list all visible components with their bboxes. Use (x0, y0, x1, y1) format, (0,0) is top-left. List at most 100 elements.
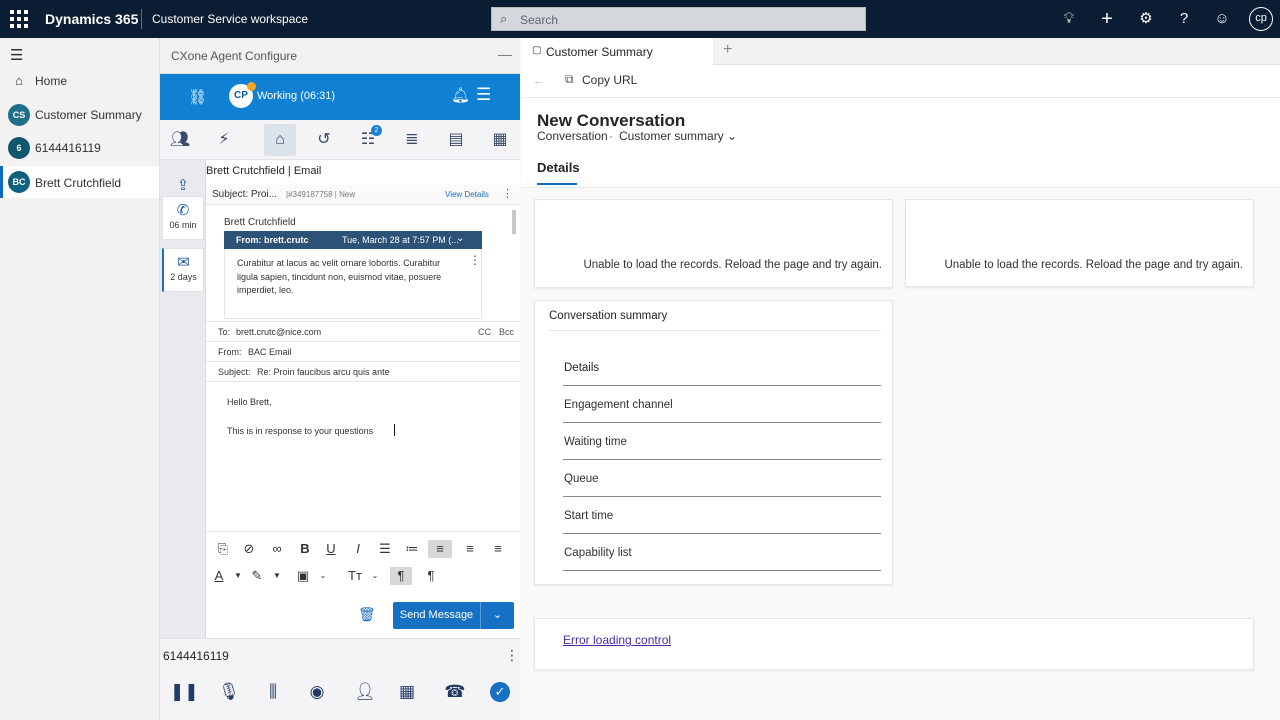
smiley-icon[interactable]: ☺ (1212, 9, 1232, 29)
directory-icon[interactable]: ▤ (440, 124, 472, 156)
thread-scrollbar[interactable] (512, 210, 516, 234)
status-dot (247, 82, 256, 91)
align-right-icon[interactable]: ≡ (487, 540, 509, 558)
mute-icon[interactable]: 🎙︎ (216, 679, 242, 705)
from-field[interactable]: From: BAC Email (206, 342, 520, 362)
reply-subject-field[interactable]: Subject: Re: Proin faucibus arcu quis an… (206, 362, 520, 382)
layers-icon[interactable]: ≣ (396, 124, 428, 156)
sitemap-item-brett-crutchfield[interactable]: BC Brett Crutchfield (0, 166, 159, 198)
form-header: New Conversation Conversation · Customer… (521, 98, 1280, 188)
back-arrow-icon[interactable]: ← (532, 72, 546, 88)
rtl-icon[interactable]: ¶ (420, 567, 442, 585)
email-subject-bar: Subject: Proi... |#349187758 | New View … (206, 185, 520, 205)
link-icon[interactable]: ∞ (266, 540, 288, 558)
to-value[interactable]: brett.crutc@nice.com (236, 327, 321, 337)
italic-icon[interactable]: I (347, 540, 369, 558)
add-tab-icon[interactable]: + (723, 41, 732, 59)
error-message: Unable to load the records. Reload the p… (944, 259, 1243, 271)
rail-item-call[interactable]: ✆ 06 min (162, 196, 204, 240)
more-icon[interactable]: ⋮ (502, 187, 513, 200)
bold-icon[interactable]: B (294, 540, 316, 558)
sitemap-item-customer-summary[interactable]: CS Customer Summary (0, 100, 159, 130)
trash-icon[interactable]: 🗑︎ (358, 606, 376, 623)
error-card: Unable to load the records. Reload the p… (905, 199, 1254, 287)
compose-area[interactable]: Hello Brett, This is in response to your… (206, 382, 520, 532)
more-icon[interactable]: ⋮ (505, 647, 519, 664)
tab-indicator (537, 183, 577, 185)
bcc-button[interactable]: Bcc (499, 327, 514, 337)
link-icon[interactable]: ⛓ (188, 88, 207, 106)
chevron-down-icon[interactable]: ⌄ (312, 567, 334, 585)
copy-url-button[interactable]: Copy URL (582, 73, 637, 87)
dialpad-icon[interactable]: ▦ (394, 679, 420, 705)
from-label: From: (218, 347, 242, 357)
minimize-icon[interactable]: — (498, 46, 512, 62)
summary-row: Queue (563, 460, 881, 497)
tab-details[interactable]: Details (537, 160, 580, 175)
sitemap-item-home[interactable]: ⌂ Home (0, 66, 159, 96)
align-left-icon[interactable]: ≡ (428, 540, 452, 558)
chevron-down-icon[interactable]: ⌄ (456, 233, 464, 244)
chevron-down-icon[interactable]: ⌄ (364, 567, 386, 585)
to-field[interactable]: To: brett.crutc@nice.com CC Bcc (206, 322, 520, 342)
chevron-down-icon[interactable]: ⌄ (480, 602, 514, 629)
calendar-icon[interactable]: ▦ (484, 124, 516, 156)
complete-icon[interactable]: ✓ (490, 682, 510, 702)
from-value[interactable]: BAC Email (248, 347, 292, 357)
hangup-icon[interactable]: ☎ (442, 679, 468, 705)
form-selector[interactable]: Customer summary ⌄ (619, 129, 737, 143)
app-launcher-icon[interactable] (10, 10, 28, 28)
send-message-button[interactable]: Send Message (393, 602, 480, 629)
card-title: Conversation summary (549, 310, 668, 322)
plus-icon[interactable]: + (1097, 9, 1117, 29)
view-details-link[interactable]: View Details (445, 190, 489, 199)
form-name: Customer summary (619, 129, 724, 143)
numbered-list-icon[interactable]: ≔ (401, 540, 423, 558)
message-header[interactable]: From: brett.crutc Tue, March 28 at 7:57 … (224, 231, 482, 249)
add-participant-icon[interactable]: 👤︎ (352, 679, 378, 705)
agent-status[interactable]: Working (06:31) (257, 90, 335, 102)
contacts-icon[interactable]: 👥︎ (164, 124, 196, 156)
reply-subject-label: Subject: (218, 367, 251, 377)
error-loading-link[interactable]: Error loading control (563, 633, 671, 647)
highlight-icon[interactable]: ✎ (246, 567, 268, 585)
app-name[interactable]: Dynamics 365 (45, 11, 138, 27)
unlink-icon[interactable]: ⊘ (238, 540, 260, 558)
workspace-name[interactable]: Customer Service workspace (152, 12, 308, 26)
ltr-icon[interactable]: ¶ (390, 567, 412, 585)
home-icon[interactable]: ⌂ (264, 124, 296, 156)
copy-icon[interactable]: ⧉ (565, 72, 574, 87)
search-icon: ⌕ (500, 11, 508, 26)
bullet-list-icon[interactable]: ☰ (374, 540, 396, 558)
more-icon[interactable]: ⋮ (469, 253, 481, 267)
tab-customer-summary[interactable]: ▢ Customer Summary (521, 38, 713, 65)
search-box[interactable]: ⌕ Search (491, 7, 866, 31)
menu-icon[interactable]: ☰ (476, 85, 491, 105)
record-icon[interactable]: ◉ (304, 679, 330, 705)
cc-button[interactable]: CC (478, 327, 491, 337)
underline-icon[interactable]: U (320, 540, 342, 558)
hamburger-icon[interactable]: ☰ (10, 46, 23, 64)
session-avatar: 6 (8, 137, 30, 159)
pause-icon[interactable]: ❚❚ (170, 679, 199, 705)
command-bar: ← ⧉ Copy URL (521, 65, 1280, 98)
help-icon[interactable]: ? (1174, 9, 1194, 29)
waveform-icon[interactable]: ⫼ (260, 679, 286, 705)
attach-icon[interactable]: ⎘ (212, 540, 234, 558)
bell-icon[interactable]: 🔔︎ (451, 86, 470, 104)
lightning-icon[interactable]: ⚡︎ (208, 124, 240, 156)
reply-subject-value[interactable]: Re: Proin faucibus arcu quis ante (257, 367, 390, 377)
sitemap-item-phone-session[interactable]: 6 6144416119 (0, 133, 159, 163)
mail-icon: ✉ (177, 254, 190, 271)
upload-icon[interactable]: ⇪ (162, 174, 204, 194)
lightbulb-icon[interactable]: 💡︎ (1059, 9, 1079, 29)
rail-item-email[interactable]: ✉ 2 days (162, 248, 204, 292)
chevron-down-icon[interactable]: ▼ (266, 567, 288, 585)
gear-icon[interactable]: ⚙ (1136, 9, 1156, 29)
align-center-icon[interactable]: ≡ (459, 540, 481, 558)
font-size-icon[interactable]: Tт (344, 567, 366, 585)
history-icon[interactable]: ↺ (308, 124, 340, 156)
user-avatar[interactable]: cp (1249, 7, 1273, 31)
queue-icon[interactable]: ☷ 2 (352, 124, 384, 156)
background-color-icon[interactable]: ▣ (292, 567, 314, 585)
